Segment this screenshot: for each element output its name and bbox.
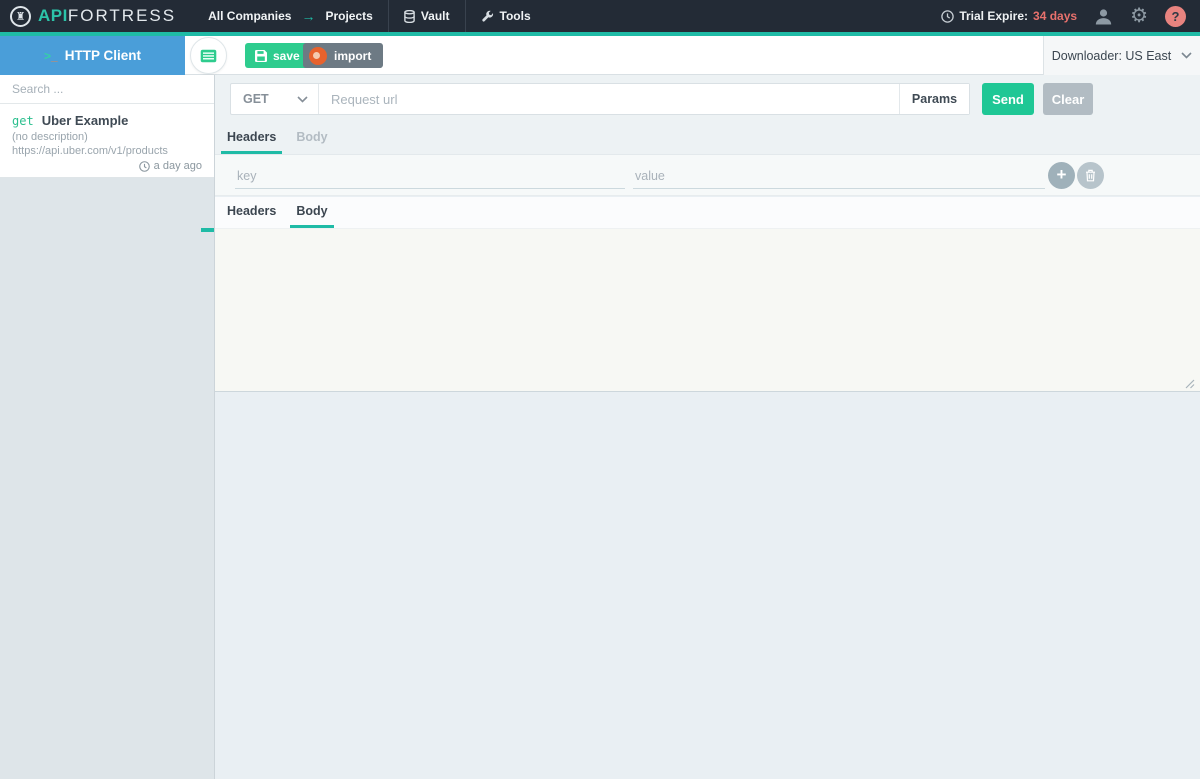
downloader-label: Downloader: US East bbox=[1052, 49, 1172, 63]
nav-all-companies-label: All Companies bbox=[208, 9, 291, 23]
database-icon bbox=[404, 10, 415, 23]
page-background bbox=[215, 393, 1200, 779]
nav-vault[interactable]: Vault bbox=[404, 9, 450, 23]
postman-icon bbox=[309, 47, 327, 65]
tab-request-headers[interactable]: Headers bbox=[221, 123, 282, 154]
send-button[interactable]: Send bbox=[982, 83, 1034, 115]
import-button-label: import bbox=[334, 49, 371, 63]
import-button[interactable]: import bbox=[303, 43, 383, 68]
add-header-button[interactable]: + bbox=[1048, 162, 1075, 189]
main-nav: All Companies → Projects Vault Tools bbox=[208, 0, 531, 32]
header-value-input[interactable] bbox=[633, 163, 1045, 189]
saved-request-item[interactable]: get Uber Example (no description) https:… bbox=[0, 104, 214, 178]
user-icon bbox=[1094, 7, 1113, 26]
brand-fortress-text: FORTRESS bbox=[68, 6, 176, 26]
logo-rook-glyph: ♜ bbox=[16, 10, 26, 23]
resize-grip-icon[interactable] bbox=[1183, 377, 1195, 389]
nav-tools[interactable]: Tools bbox=[481, 9, 531, 23]
help-button[interactable]: ? bbox=[1165, 6, 1186, 27]
floppy-disk-icon bbox=[255, 50, 267, 62]
trash-icon bbox=[1085, 169, 1096, 182]
brand-logo[interactable]: ♜ API FORTRESS bbox=[0, 6, 176, 27]
method-select[interactable]: GET bbox=[231, 84, 319, 114]
nav-all-companies[interactable]: All Companies bbox=[208, 9, 291, 23]
params-button[interactable]: Params bbox=[899, 84, 969, 114]
trial-days-value: 34 days bbox=[1033, 9, 1077, 23]
save-button[interactable]: save bbox=[245, 43, 310, 68]
trial-expire-status: Trial Expire: 34 days bbox=[941, 9, 1077, 23]
tab-response-headers[interactable]: Headers bbox=[221, 197, 282, 228]
terminal-prompt-icon: > bbox=[44, 49, 51, 63]
tab-request-body[interactable]: Body bbox=[290, 123, 333, 154]
header-key-input[interactable] bbox=[235, 163, 625, 189]
tab-http-client[interactable]: > _ HTTP Client bbox=[0, 36, 185, 75]
request-description: (no description) bbox=[12, 131, 202, 143]
tab-response-body[interactable]: Body bbox=[290, 197, 333, 228]
wrench-icon bbox=[481, 10, 494, 23]
request-title: Uber Example bbox=[42, 113, 129, 128]
search-box bbox=[0, 75, 214, 104]
clear-button[interactable]: Clear bbox=[1043, 83, 1093, 115]
nav-projects[interactable]: Projects bbox=[325, 9, 372, 23]
nav-tools-label: Tools bbox=[500, 9, 531, 23]
response-tabs: Headers Body bbox=[215, 197, 1200, 229]
nav-projects-label: Projects bbox=[325, 9, 372, 23]
request-list-button[interactable] bbox=[190, 37, 227, 74]
gear-icon: ⚙ bbox=[1130, 6, 1148, 26]
request-url: https://api.uber.com/v1/products bbox=[12, 145, 202, 157]
body-content-panel[interactable] bbox=[215, 229, 1200, 392]
apifortress-logo-icon: ♜ bbox=[10, 6, 31, 27]
brand-api-text: API bbox=[38, 6, 68, 26]
nav-divider bbox=[465, 0, 466, 32]
request-method-badge: get bbox=[12, 114, 34, 128]
clock-icon bbox=[139, 161, 150, 172]
list-icon bbox=[200, 49, 217, 63]
save-button-label: save bbox=[273, 49, 300, 63]
nav-divider bbox=[388, 0, 389, 32]
clock-icon bbox=[941, 10, 954, 23]
top-navigation-bar: ♜ API FORTRESS All Companies → Projects … bbox=[0, 0, 1200, 32]
request-time-label: a day ago bbox=[154, 160, 202, 172]
user-account-button[interactable] bbox=[1094, 7, 1113, 26]
toolbar: > _ HTTP Client save import Downloader: … bbox=[0, 36, 1200, 75]
delete-header-button[interactable] bbox=[1077, 162, 1104, 189]
terminal-cursor-icon: _ bbox=[51, 49, 58, 63]
arrow-right-icon: → bbox=[301, 8, 315, 24]
request-tabs: Headers Body bbox=[215, 123, 1200, 155]
settings-button[interactable]: ⚙ bbox=[1130, 6, 1148, 26]
chevron-down-icon bbox=[1181, 52, 1192, 59]
request-url-input[interactable] bbox=[319, 84, 899, 114]
sidebar: get Uber Example (no description) https:… bbox=[0, 75, 215, 779]
request-input-group: GET Params bbox=[230, 83, 970, 115]
trial-expire-label: Trial Expire: bbox=[959, 9, 1028, 23]
search-input[interactable] bbox=[0, 75, 214, 103]
chevron-down-icon bbox=[297, 96, 308, 103]
http-client-tab-label: HTTP Client bbox=[65, 48, 141, 63]
topbar-right-cluster: Trial Expire: 34 days ⚙ ? bbox=[941, 6, 1200, 27]
nav-vault-label: Vault bbox=[421, 9, 450, 23]
downloader-select[interactable]: Downloader: US East bbox=[1043, 36, 1200, 75]
header-key-value-row: + bbox=[215, 155, 1200, 196]
method-select-value: GET bbox=[243, 92, 269, 106]
question-mark-icon: ? bbox=[1172, 9, 1180, 24]
request-timestamp: a day ago bbox=[12, 160, 202, 172]
main-panel: GET Params Send Clear Headers Body + Hea… bbox=[215, 75, 1200, 779]
request-bar: GET Params Send Clear bbox=[215, 75, 1200, 123]
plus-icon: + bbox=[1057, 166, 1067, 183]
sidebar-resize-indicator bbox=[201, 228, 214, 232]
